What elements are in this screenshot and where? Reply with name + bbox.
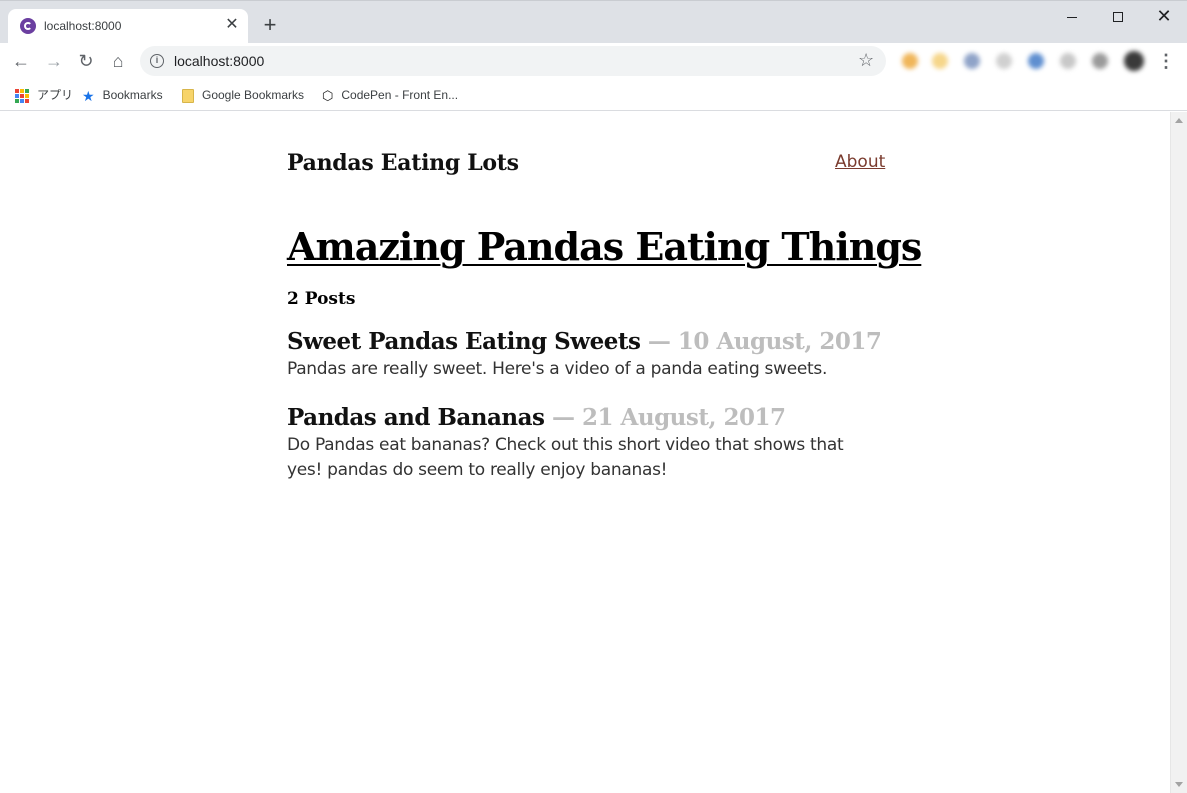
scroll-down-arrow-icon[interactable] <box>1175 782 1183 787</box>
post-excerpt: Do Pandas eat bananas? Check out this sh… <box>287 435 844 480</box>
bookmark-codepen[interactable]: ⬡ CodePen - Front En... <box>322 86 458 104</box>
tab-strip: localhost:8000 ✕ + ✕ <box>0 0 1187 44</box>
list-item: Pandas and Bananas — 21 August, 2017 Do … <box>287 404 887 483</box>
profile-avatar[interactable] <box>1124 51 1144 71</box>
bookmark-apps[interactable]: アプリ <box>15 86 73 104</box>
site-info-icon[interactable]: i <box>150 54 164 68</box>
extension-icon[interactable] <box>996 53 1012 69</box>
tab-title: localhost:8000 <box>44 19 122 33</box>
home-icon[interactable]: ⌂ <box>104 47 132 75</box>
bookmark-label: CodePen - Front En... <box>341 88 459 102</box>
page-title[interactable]: Amazing Pandas Eating Things <box>287 224 922 269</box>
extension-icon[interactable] <box>1060 53 1076 69</box>
post-date: — 10 August, 2017 <box>647 328 882 355</box>
address-bar[interactable]: i localhost:8000 ☆ <box>140 46 886 76</box>
window-minimize-button[interactable] <box>1049 1 1095 31</box>
post-heading: Sweet Pandas Eating Sweets — 10 August, … <box>287 328 887 355</box>
browser-menu-icon[interactable]: ⋮ <box>1156 47 1176 75</box>
post-title-link[interactable]: Sweet Pandas Eating Sweets <box>287 328 641 355</box>
window-maximize-button[interactable] <box>1095 1 1141 31</box>
extension-icon[interactable] <box>964 53 980 69</box>
post-count: 2 Posts <box>287 289 356 309</box>
apps-grid-icon <box>15 88 29 103</box>
bookmark-google-bookmarks[interactable]: Google Bookmarks <box>182 86 304 104</box>
post-heading: Pandas and Bananas — 21 August, 2017 <box>287 404 887 431</box>
scroll-up-arrow-icon[interactable] <box>1175 118 1183 123</box>
bookmark-label: アプリ <box>37 88 74 102</box>
reload-icon[interactable]: ↻ <box>72 47 100 75</box>
post-title-link[interactable]: Pandas and Bananas <box>287 404 545 431</box>
new-tab-button[interactable]: + <box>258 14 282 38</box>
bookmark-bookmarks[interactable]: ★ Bookmarks <box>82 86 163 104</box>
extension-icon[interactable] <box>932 53 948 69</box>
post-excerpt: Pandas are really sweet. Here's a video … <box>287 359 828 379</box>
back-arrow-icon[interactable]: ← <box>7 47 35 75</box>
vertical-scrollbar[interactable] <box>1170 112 1187 793</box>
bookmark-label: Bookmarks <box>102 88 163 102</box>
tab-close-icon[interactable]: ✕ <box>222 15 242 35</box>
window-close-button[interactable]: ✕ <box>1141 1 1187 31</box>
list-item: Sweet Pandas Eating Sweets — 10 August, … <box>287 328 887 382</box>
browser-toolbar: ← → ↻ ⌂ i localhost:8000 ☆ ⋮ <box>0 43 1187 79</box>
site-title[interactable]: Pandas Eating Lots <box>287 150 519 176</box>
site-favicon-icon <box>20 18 36 34</box>
codepen-icon: ⬡ <box>322 87 334 103</box>
bookmark-star-icon[interactable]: ☆ <box>858 50 874 71</box>
star-icon: ★ <box>82 87 95 104</box>
about-link[interactable]: About <box>835 152 885 172</box>
url-text[interactable]: localhost:8000 <box>174 53 264 69</box>
forward-arrow-icon[interactable]: → <box>40 47 68 75</box>
bookmark-label: Google Bookmarks <box>202 88 305 102</box>
folder-icon <box>182 88 194 103</box>
browser-tab[interactable]: localhost:8000 ✕ <box>8 9 248 44</box>
page-viewport: Pandas Eating Lots About Amazing Pandas … <box>0 112 1170 793</box>
extension-icon[interactable] <box>902 53 918 69</box>
bookmarks-bar: アプリ ★ Bookmarks Google Bookmarks ⬡ CodePen… <box>0 79 1187 111</box>
post-date: — 21 August, 2017 <box>552 404 786 431</box>
extension-icon[interactable] <box>1028 53 1044 69</box>
extension-icon[interactable] <box>1092 53 1108 69</box>
